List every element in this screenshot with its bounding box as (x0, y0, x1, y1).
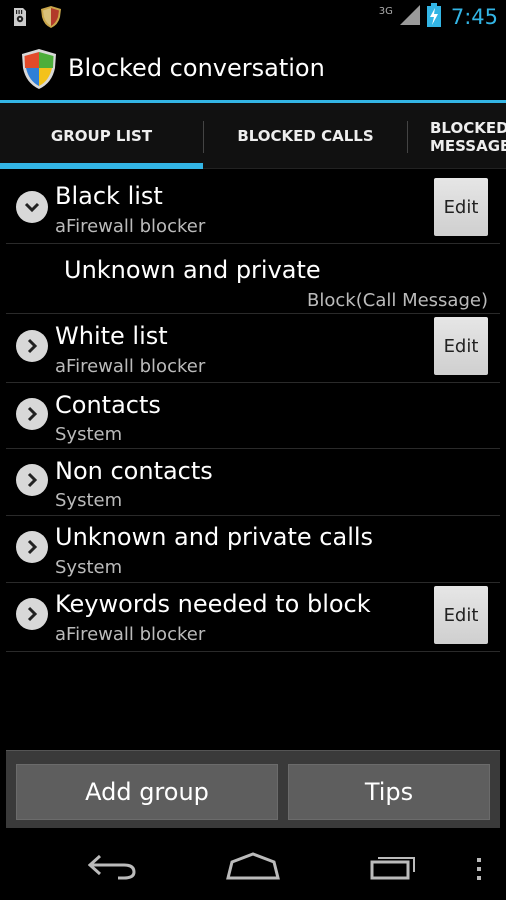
status-bar: 3G 7:45 (0, 0, 506, 36)
tab-label: BLOCKED CALLS (237, 127, 374, 145)
tips-button[interactable]: Tips (288, 764, 490, 820)
app-title: Blocked conversation (68, 54, 325, 82)
group-title: Contacts (55, 391, 161, 419)
group-row-white-list[interactable]: White list aFirewall blocker Edit (6, 314, 500, 383)
child-title: Unknown and private (64, 256, 321, 284)
group-row-contacts[interactable]: Contacts System (6, 383, 500, 449)
tab-label-line2: MESSAGES (430, 137, 506, 155)
group-row-non-contacts[interactable]: Non contacts System (6, 449, 500, 516)
tab-label: GROUP LIST (50, 127, 153, 145)
home-icon[interactable] (226, 852, 280, 884)
network-type: 3G (378, 5, 393, 17)
group-subtitle: System (55, 557, 123, 578)
group-subtitle: System (55, 424, 123, 445)
chevron-down-icon[interactable] (16, 191, 48, 223)
chevron-right-icon[interactable] (16, 531, 48, 563)
group-title: Non contacts (55, 457, 213, 485)
tab-group-list[interactable]: GROUP LIST (0, 103, 203, 169)
group-title: Unknown and private calls (55, 523, 374, 551)
recent-apps-icon[interactable] (370, 852, 420, 884)
signal-icon (399, 4, 421, 30)
tab-blocked-messages[interactable]: BLOCKED MESSAGES (408, 103, 506, 169)
add-group-button[interactable]: Add group (16, 764, 278, 820)
chevron-right-icon[interactable] (16, 464, 48, 496)
chevron-right-icon[interactable] (16, 598, 48, 630)
action-bar: Blocked conversation (0, 36, 506, 102)
shield-notification-icon (40, 5, 62, 33)
group-title: White list (55, 322, 168, 350)
button-bar: Add group Tips (6, 750, 500, 828)
edit-button[interactable]: Edit (434, 586, 488, 644)
group-title: Keywords needed to block (55, 590, 371, 618)
group-child-row[interactable]: Unknown and private Block(Call Message) (6, 244, 500, 314)
group-subtitle: System (55, 490, 123, 511)
navigation-bar (0, 828, 506, 900)
sd-card-icon (12, 6, 28, 32)
chevron-right-icon[interactable] (16, 398, 48, 430)
group-title: Black list (55, 182, 163, 210)
selected-tab-indicator (0, 163, 203, 169)
group-row-black-list[interactable]: Black list aFirewall blocker Edit (6, 172, 500, 244)
group-subtitle: aFirewall blocker (55, 624, 206, 645)
app-logo-icon[interactable] (20, 48, 58, 90)
tab-label-line1: BLOCKED (430, 119, 506, 137)
chevron-right-icon[interactable] (16, 330, 48, 362)
edit-button[interactable]: Edit (434, 317, 488, 375)
tab-bar: GROUP LIST BLOCKED CALLS BLOCKED MESSAGE… (0, 103, 506, 169)
group-subtitle: aFirewall blocker (55, 356, 206, 377)
child-subtitle: Block(Call Message) (307, 290, 488, 311)
tab-blocked-calls[interactable]: BLOCKED CALLS (204, 103, 407, 169)
edit-button[interactable]: Edit (434, 178, 488, 236)
group-row-keywords[interactable]: Keywords needed to block aFirewall block… (6, 583, 500, 652)
back-icon[interactable] (87, 852, 136, 884)
group-subtitle: aFirewall blocker (55, 216, 206, 237)
overflow-menu-icon[interactable] (474, 858, 484, 886)
group-row-unknown-private-calls[interactable]: Unknown and private calls System (6, 516, 500, 583)
battery-charging-icon (426, 3, 441, 31)
clock: 7:45 (450, 5, 498, 29)
